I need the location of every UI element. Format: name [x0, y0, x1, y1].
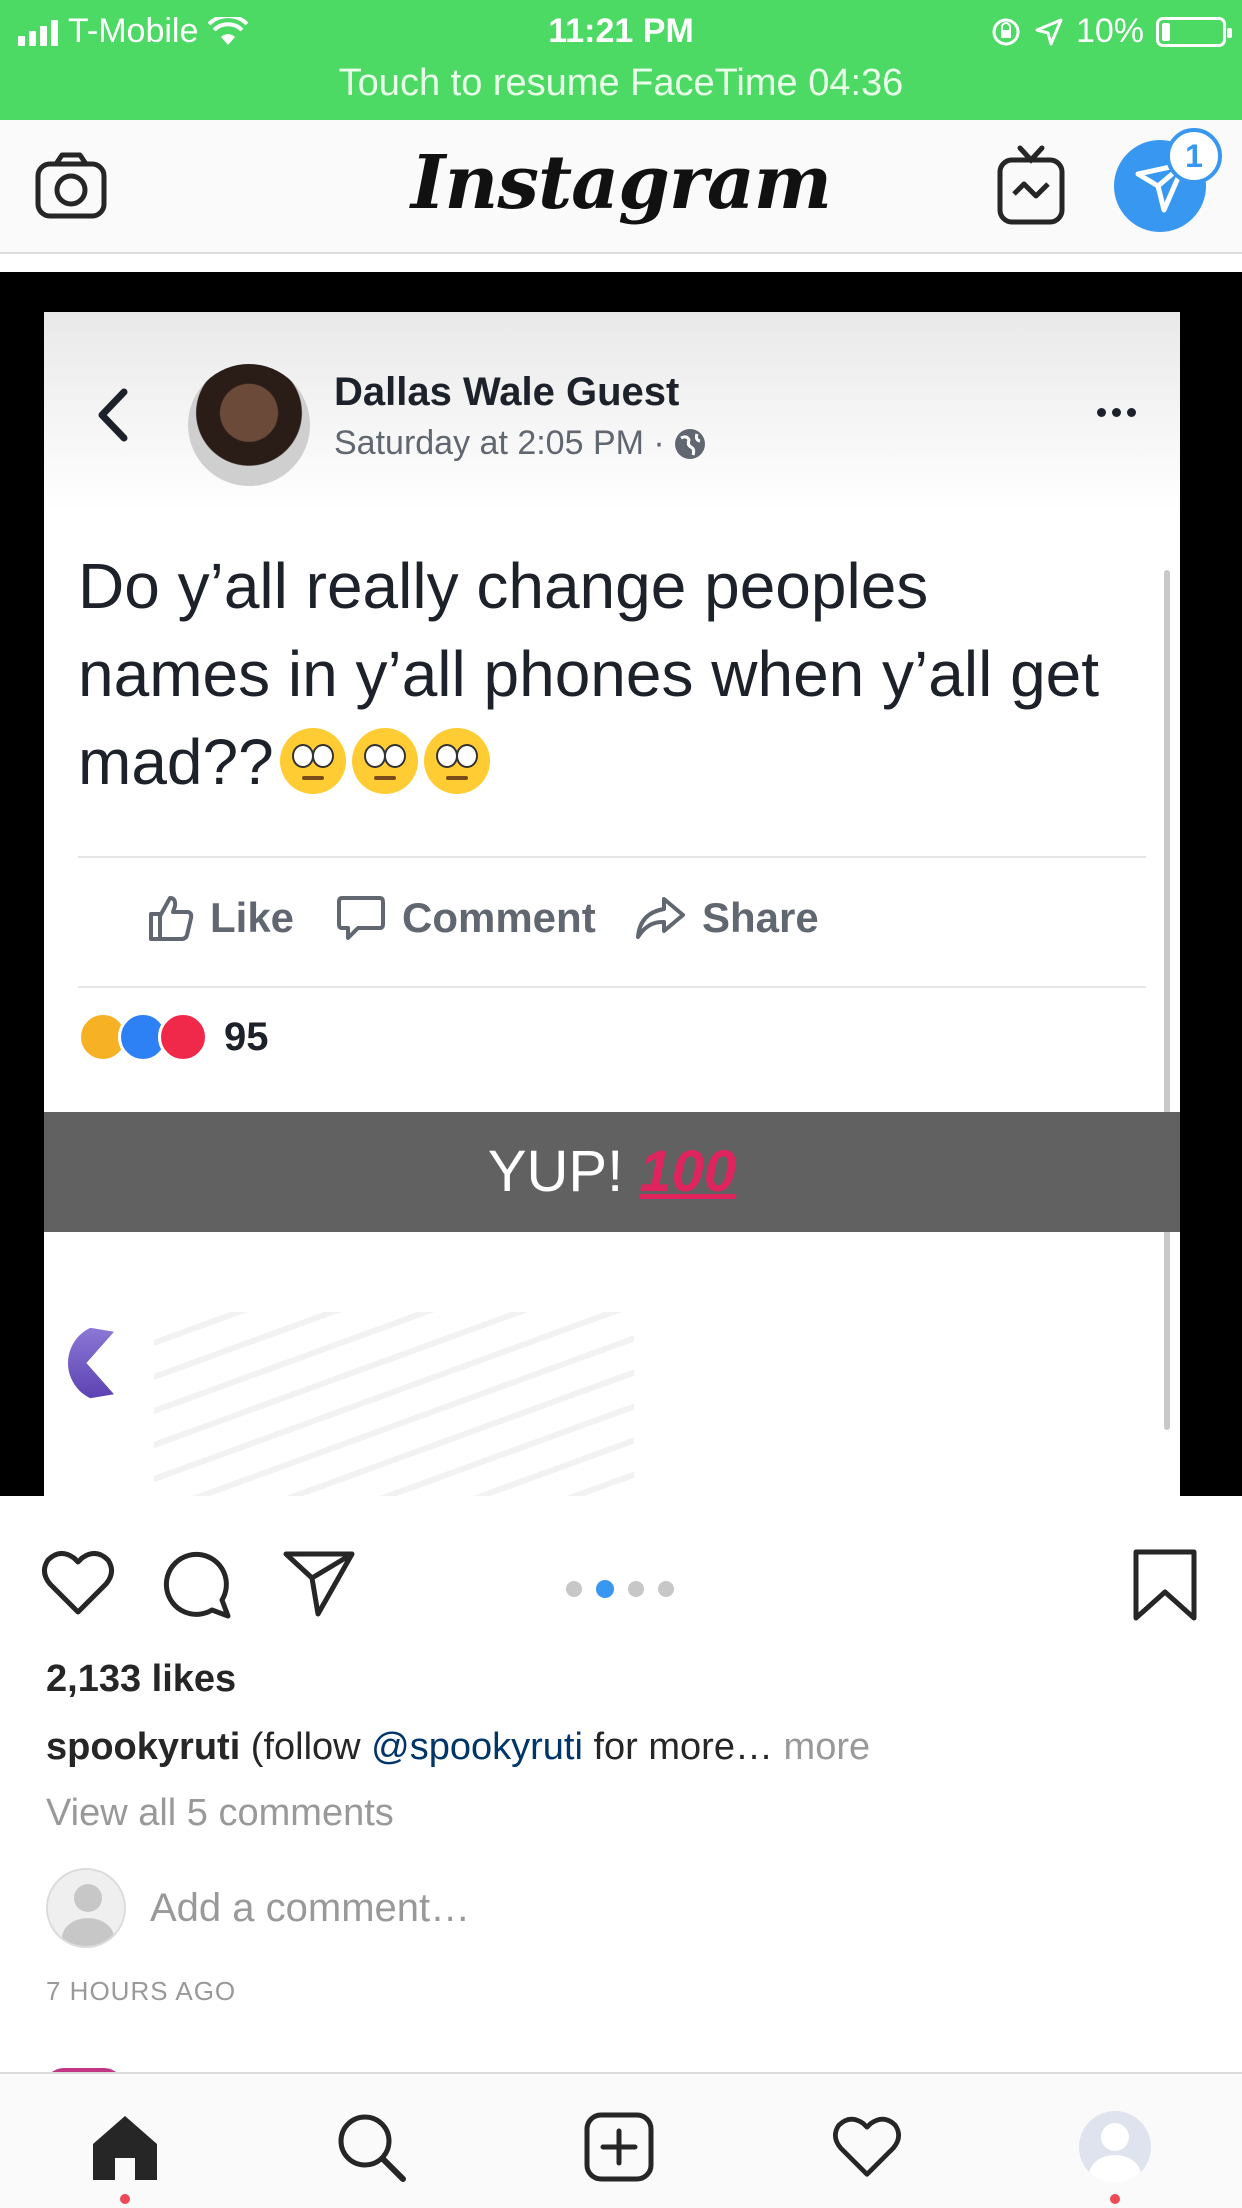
heart-outline-icon: [833, 2116, 901, 2177]
like-count[interactable]: 2,133 likes: [46, 1658, 236, 1701]
blurred-content: [154, 1312, 634, 1496]
globe-icon: [674, 428, 705, 459]
post-text-content: Do y’all really change peoples names in …: [78, 550, 1100, 798]
carousel-indicator: [566, 1580, 674, 1598]
love-reaction-icon: [158, 1012, 208, 1062]
location-icon: [1035, 18, 1063, 45]
plus-square-icon: [584, 2112, 654, 2182]
carousel-dot: [628, 1581, 644, 1597]
more-options-icon: [1097, 408, 1136, 417]
app-header: Instagram 1: [0, 120, 1242, 254]
purple-graphic: [68, 1324, 114, 1402]
fb-like-label: Like: [210, 894, 295, 941]
post-timestamp: Saturday at 2:05 PM ·: [334, 424, 707, 463]
home-icon: [93, 2116, 157, 2180]
profile-notification-dot: [1110, 2194, 1120, 2204]
facetime-resume-banner[interactable]: Touch to resume FaceTime 04:36: [0, 62, 1242, 105]
fb-like-action: Like: [148, 894, 294, 942]
reaction-count: 95: [224, 1014, 269, 1059]
tab-home[interactable]: [80, 2102, 170, 2204]
author-name: Dallas Wale Guest: [334, 370, 680, 414]
divider: [78, 986, 1146, 988]
comment-overlay-bar: YUP! 100: [44, 1112, 1180, 1232]
current-user-avatar: [46, 1868, 126, 1948]
heart-icon[interactable]: [40, 1548, 116, 1618]
tab-search[interactable]: [326, 2102, 416, 2192]
comment-bubble-icon: [337, 896, 385, 940]
caption-text-end: for more…: [582, 1726, 784, 1768]
share-icon[interactable]: [282, 1548, 356, 1618]
post-caption: spookyruti (follow @spookyruti for more……: [46, 1726, 870, 1769]
igtv-icon[interactable]: [996, 142, 1066, 228]
caption-mention[interactable]: @spookyruti: [371, 1726, 583, 1768]
post-image[interactable]: Dallas Wale Guest Saturday at 2:05 PM · …: [0, 272, 1242, 1496]
tab-activity[interactable]: [822, 2102, 912, 2192]
add-comment-input[interactable]: Add a comment…: [150, 1886, 470, 1931]
bookmark-icon[interactable]: [1132, 1548, 1198, 1622]
fb-action-row: Like Comment Share: [44, 858, 1180, 986]
facebook-post-card: Dallas Wale Guest Saturday at 2:05 PM · …: [44, 312, 1180, 1496]
post-text: Do y’all really change peoples names in …: [78, 542, 1118, 806]
battery-percent: 10%: [1075, 12, 1144, 50]
overlay-text: YUP! 100: [44, 1138, 1180, 1205]
orientation-lock-icon: [992, 18, 1020, 45]
tab-new-post[interactable]: [574, 2102, 664, 2192]
tab-profile[interactable]: [1070, 2102, 1160, 2204]
status-bar: T-Mobile 11:21 PM 10% Touch to resume Fa…: [0, 0, 1242, 120]
back-chevron-icon: [98, 388, 128, 442]
profile-avatar-icon: [1079, 2111, 1151, 2183]
fb-share-label: Share: [702, 894, 819, 941]
scrollbar: [1164, 570, 1170, 1430]
reactions-summary: 95: [78, 1012, 269, 1062]
hundred-emoji-icon: 100: [639, 1139, 737, 1204]
view-all-comments-link[interactable]: View all 5 comments: [46, 1792, 394, 1835]
carousel-dot: [566, 1581, 582, 1597]
comment-icon[interactable]: [162, 1548, 234, 1620]
battery-icon: [1156, 16, 1232, 47]
bottom-tab-bar: [0, 2072, 1242, 2208]
carousel-dot: [658, 1581, 674, 1597]
status-right: 10%: [990, 12, 1232, 51]
caption-more-link[interactable]: more: [784, 1726, 871, 1768]
eye-roll-emoji-icon: [351, 728, 418, 794]
add-comment-row[interactable]: Add a comment…: [46, 1868, 470, 1948]
post-time-ago: 7 HOURS AGO: [46, 1976, 237, 2006]
eye-roll-emoji-icon: [279, 728, 346, 794]
caption-username[interactable]: spookyruti: [46, 1726, 240, 1768]
home-notification-dot: [120, 2194, 130, 2204]
author-avatar: [188, 364, 310, 486]
fb-share-action: Share: [634, 894, 819, 942]
fb-comment-label: Comment: [402, 894, 596, 941]
search-icon: [338, 2114, 406, 2182]
fb-comment-action: Comment: [336, 894, 596, 942]
thumbs-up-icon: [149, 896, 194, 941]
share-arrow-icon: [636, 897, 685, 939]
overlay-yup-text: YUP!: [487, 1139, 624, 1204]
dm-notification-badge: 1: [1166, 128, 1222, 184]
eye-roll-emoji-icon: [423, 728, 490, 794]
post-date: Saturday at 2:05 PM ·: [334, 424, 665, 462]
caption-text: (follow: [240, 1726, 372, 1768]
carousel-dot-active: [596, 1580, 614, 1598]
